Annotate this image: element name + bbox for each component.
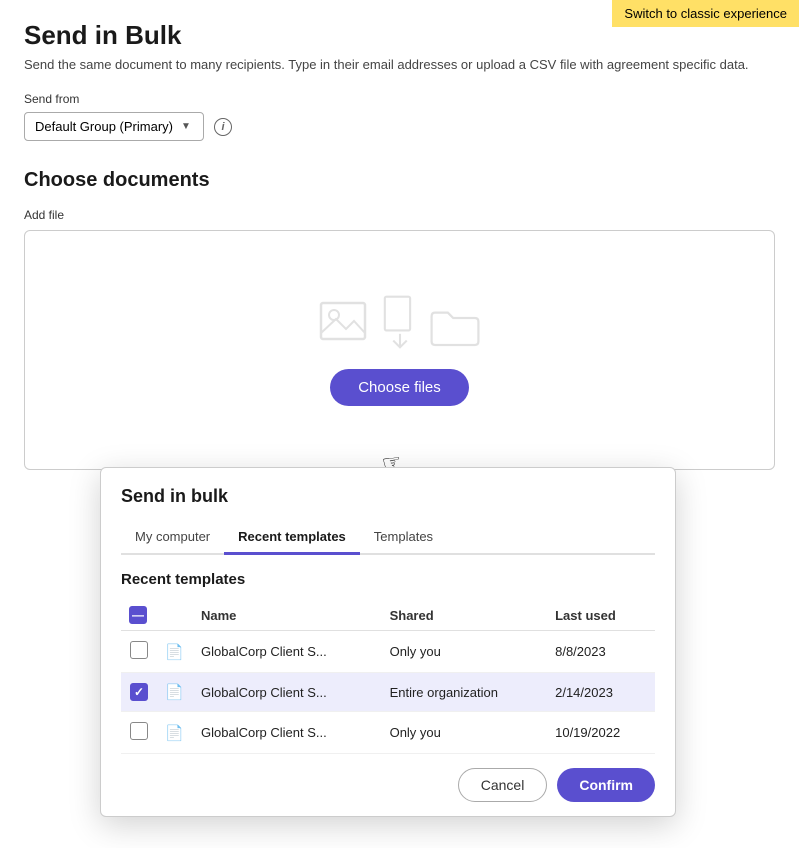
image-icon — [318, 295, 372, 349]
add-file-label: Add file — [24, 208, 775, 222]
send-from-value: Default Group (Primary) — [35, 119, 173, 134]
table-row[interactable]: ✓ 📄 GlobalCorp Client S... Entire organi… — [121, 673, 655, 712]
row3-name: GlobalCorp Client S... — [193, 712, 382, 754]
row3-checkbox[interactable] — [130, 722, 148, 740]
row2-checkbox-cell[interactable]: ✓ — [121, 673, 157, 712]
upload-icon-group — [318, 295, 482, 349]
dialog-tabs: My computer Recent templates Templates — [121, 521, 655, 555]
tab-my-computer[interactable]: My computer — [121, 521, 224, 555]
dialog-header: Send in bulk My computer Recent template… — [101, 468, 675, 555]
header-last-used: Last used — [547, 600, 655, 631]
table-row[interactable]: 📄 GlobalCorp Client S... Only you 8/8/20… — [121, 631, 655, 673]
row1-name: GlobalCorp Client S... — [193, 631, 382, 673]
check-icon: ✓ — [134, 685, 144, 699]
file-icon: 📄 — [165, 644, 184, 661]
header-checkbox[interactable]: — — [129, 606, 147, 624]
row3-file-icon-cell: 📄 — [157, 712, 193, 754]
header-shared: Shared — [382, 600, 548, 631]
chevron-down-icon: ▼ — [181, 121, 191, 132]
send-from-select[interactable]: Default Group (Primary) ▼ — [24, 112, 204, 141]
row3-checkbox-cell[interactable] — [121, 712, 157, 754]
template-table: — Name Shared Last used — [121, 600, 655, 754]
cancel-button[interactable]: Cancel — [458, 768, 548, 802]
row3-shared: Only you — [382, 712, 548, 754]
row2-name: GlobalCorp Client S... — [193, 673, 382, 712]
file-icon: 📄 — [165, 725, 184, 742]
tab-templates[interactable]: Templates — [360, 521, 447, 555]
table-scroll-area[interactable]: — Name Shared Last used — [121, 600, 655, 754]
upload-arrow-icon — [378, 295, 422, 349]
row3-last-used: 10/19/2022 — [547, 712, 655, 754]
page-subtitle: Send the same document to many recipient… — [24, 57, 775, 72]
info-icon[interactable]: i — [214, 118, 232, 136]
row2-file-icon-cell: 📄 — [157, 673, 193, 712]
row2-checkbox[interactable]: ✓ — [130, 683, 148, 701]
send-from-row: Default Group (Primary) ▼ i — [24, 112, 775, 141]
dialog-title: Send in bulk — [121, 486, 655, 507]
row1-checkbox-cell[interactable] — [121, 631, 157, 673]
dialog-footer: Cancel Confirm — [101, 754, 675, 816]
row1-file-icon-cell: 📄 — [157, 631, 193, 673]
recent-templates-heading: Recent templates — [121, 571, 655, 588]
header-name: Name — [193, 600, 382, 631]
dialog-body: Recent templates — Name Shared — [101, 555, 675, 754]
row2-shared: Entire organization — [382, 673, 548, 712]
row1-last-used: 8/8/2023 — [547, 631, 655, 673]
header-checkbox-cell[interactable]: — — [121, 600, 157, 631]
switch-classic-button[interactable]: Switch to classic experience — [612, 0, 799, 27]
upload-area: Choose files — [24, 230, 775, 470]
folder-icon — [428, 305, 482, 349]
row2-last-used: 2/14/2023 — [547, 673, 655, 712]
row1-shared: Only you — [382, 631, 548, 673]
send-from-label: Send from — [24, 92, 775, 106]
indeterminate-icon: — — [132, 608, 144, 622]
header-icon-col — [157, 600, 193, 631]
file-icon: 📄 — [165, 684, 184, 701]
row1-checkbox[interactable] — [130, 641, 148, 659]
choose-documents-title: Choose documents — [24, 169, 775, 192]
table-row[interactable]: 📄 GlobalCorp Client S... Only you 10/19/… — [121, 712, 655, 754]
main-page: Switch to classic experience Send in Bul… — [0, 0, 799, 848]
tab-recent-templates[interactable]: Recent templates — [224, 521, 360, 555]
confirm-button[interactable]: Confirm — [557, 768, 655, 802]
choose-files-button[interactable]: Choose files — [330, 369, 469, 406]
table-header-row: — Name Shared Last used — [121, 600, 655, 631]
send-in-bulk-dialog: Send in bulk My computer Recent template… — [100, 467, 676, 817]
